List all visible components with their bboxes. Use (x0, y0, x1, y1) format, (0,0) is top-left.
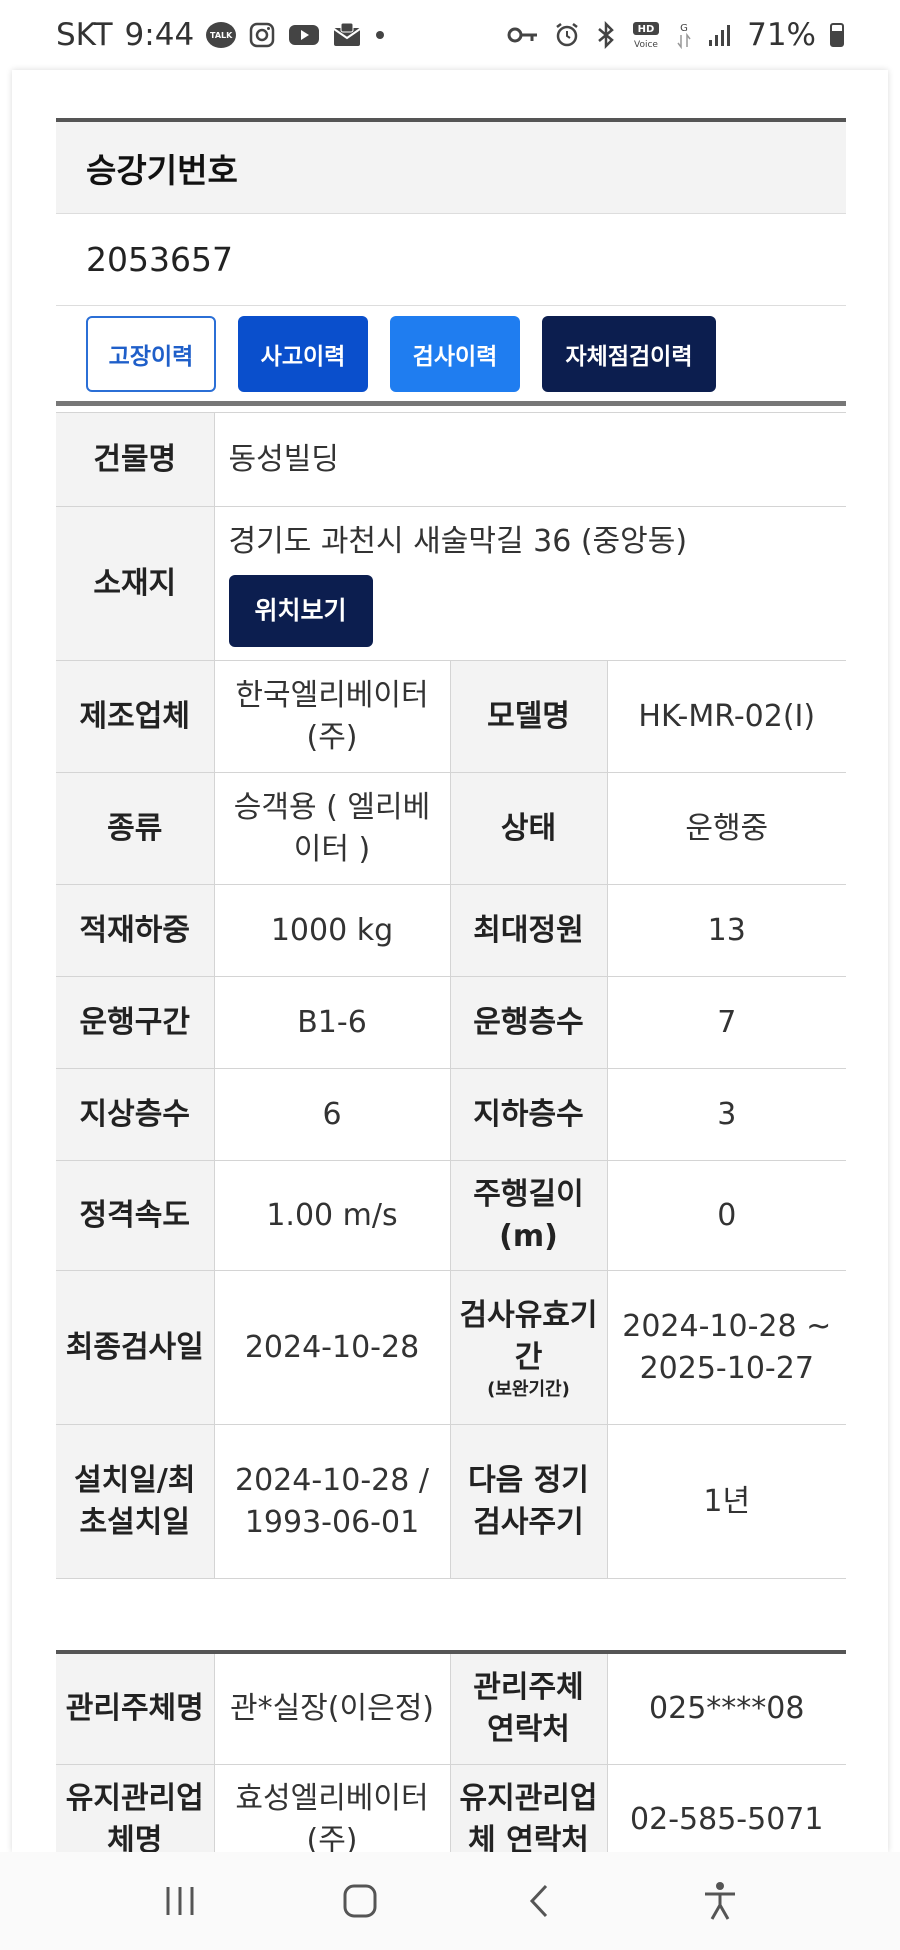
manager-contact-label: 관리주체 연락처 (449, 1651, 608, 1765)
table-row: 설치일/최초설치일 2024-10-28 / 1993-06-01 다음 정기 … (56, 1424, 847, 1579)
svg-text:HD: HD (638, 24, 655, 35)
speed-label: 정격속도 (56, 1160, 215, 1271)
table-row: 최종검사일 2024-10-28 검사유효기간 (보완기간) 2024-10-2… (56, 1270, 847, 1425)
building-value: 동성빌딩 (213, 412, 847, 507)
self-check-history-button[interactable]: 자체점검이력 (542, 315, 716, 392)
validity-label-cell: 검사유효기간 (보완기간) (449, 1270, 608, 1425)
dot-icon (374, 29, 386, 41)
key-icon (507, 25, 539, 45)
naver-mail-icon (332, 22, 362, 48)
last-inspection-label: 최종검사일 (56, 1270, 215, 1425)
cycle-label: 다음 정기 검사주기 (449, 1424, 608, 1579)
elevator-info-page: 승강기번호 2053657 고장이력 사고이력 검사이력 자체점검이력 건물명 … (12, 70, 888, 1852)
above-floors-label: 지상층수 (56, 1068, 215, 1161)
carrier: SKT (56, 17, 113, 53)
travel-value: 0 (606, 1160, 847, 1271)
status-right: HD Voice G 71% (507, 17, 844, 53)
manufacturer-value: 한국엘리베이터(주) (213, 660, 451, 773)
alarm-icon (553, 21, 581, 49)
view-location-button[interactable]: 위치보기 (228, 574, 373, 647)
failure-history-button[interactable]: 고장이력 (86, 315, 216, 392)
travel-label: 주행길이(m) (449, 1160, 608, 1271)
table-row: 적재하중 1000 kg 최대정원 13 (56, 884, 847, 977)
table-row: 관리주체명 관*실장(이은정) 관리주체 연락처 025****08 (56, 1651, 846, 1765)
location-value: 경기도 과천시 새술막길 36 (중앙동) (228, 523, 688, 559)
table-row: 운행구간 B1-6 운행층수 7 (56, 976, 847, 1069)
status-left: SKT 9:44 TALK (56, 17, 386, 53)
load-value: 1000 kg (213, 884, 451, 977)
table-row: 정격속도 1.00 m/s 주행길이(m) 0 (56, 1160, 847, 1271)
battery-percent: 71% (747, 17, 816, 53)
manufacturer-label: 제조업체 (56, 660, 215, 773)
maintenance-contact-label: 유지관리업체 연락처 (449, 1763, 608, 1852)
below-floors-value: 3 (606, 1068, 847, 1161)
status-label: 상태 (449, 772, 608, 885)
model-label: 모델명 (449, 660, 608, 773)
data-icon: G (675, 21, 693, 49)
last-inspection-value: 2024-10-28 (213, 1270, 451, 1425)
clock: 9:44 (124, 17, 195, 53)
section-label: 운행구간 (56, 976, 215, 1069)
manager-label: 관리주체명 (56, 1651, 215, 1765)
above-floors-value: 6 (213, 1068, 451, 1161)
table-row: 건물명 동성빌딩 (56, 412, 847, 507)
below-floors-label: 지하층수 (449, 1068, 608, 1161)
bluetooth-icon (595, 21, 617, 49)
svg-text:Voice: Voice (634, 40, 658, 49)
manager-value: 관*실장(이은정) (213, 1651, 451, 1765)
talk-icon: TALK (206, 22, 237, 48)
signal-icon (707, 22, 733, 48)
maintenance-contact-value: 02-585-5071 (606, 1763, 846, 1852)
load-label: 적재하중 (56, 884, 215, 977)
back-icon[interactable] (500, 1871, 580, 1931)
validity-value: 2024-10-28 ~ 2025-10-27 (606, 1270, 847, 1425)
accident-history-button[interactable]: 사고이력 (238, 315, 368, 392)
capacity-label: 최대정원 (449, 884, 608, 977)
hd-voice-icon: HD Voice (631, 21, 661, 49)
history-buttons: 고장이력 사고이력 검사이력 자체점검이력 (56, 306, 846, 406)
maintenance-label: 유지관리업체명 (56, 1763, 215, 1852)
floors-served-label: 운행층수 (449, 976, 608, 1069)
table-row: 지상층수 6 지하층수 3 (56, 1068, 847, 1161)
elevator-number: 2053657 (56, 214, 846, 306)
battery-icon (830, 23, 844, 47)
floors-served-value: 7 (606, 976, 847, 1069)
location-label: 소재지 (56, 506, 215, 661)
status-bar: SKT 9:44 TALK HD Voice G 71% (0, 0, 900, 70)
svg-text:G: G (680, 23, 688, 34)
building-label: 건물명 (56, 412, 215, 507)
manager-contact-value: 025****08 (606, 1651, 846, 1765)
validity-sub-label: (보완기간) (487, 1378, 570, 1400)
validity-label: 검사유효기간 (459, 1297, 598, 1375)
system-nav-bar (0, 1852, 900, 1950)
status-value: 운행중 (606, 772, 847, 885)
cycle-value: 1년 (606, 1424, 847, 1579)
section-value: B1-6 (213, 976, 451, 1069)
maintenance-value: 효성엘리베이터(주) (213, 1763, 451, 1852)
recent-apps-icon[interactable] (140, 1871, 220, 1931)
model-value: HK-MR-02(I) (606, 660, 847, 773)
capacity-value: 13 (606, 884, 847, 977)
type-label: 종류 (56, 772, 215, 885)
table-row: 제조업체 한국엘리베이터(주) 모델명 HK-MR-02(I) (56, 660, 847, 773)
speed-value: 1.00 m/s (213, 1160, 451, 1271)
management-table: 관리주체명 관*실장(이은정) 관리주체 연락처 025****08 유지관리업… (56, 1650, 846, 1852)
youtube-icon (288, 23, 320, 47)
home-icon[interactable] (320, 1871, 400, 1931)
accessibility-icon[interactable] (680, 1871, 760, 1931)
location-cell: 경기도 과천시 새술막길 36 (중앙동) 위치보기 (213, 506, 847, 661)
type-value: 승객용 ( 엘리베이터 ) (213, 772, 451, 885)
table-row: 소재지 경기도 과천시 새술막길 36 (중앙동) 위치보기 (56, 506, 847, 661)
install-value: 2024-10-28 / 1993-06-01 (213, 1424, 451, 1579)
install-label: 설치일/최초설치일 (56, 1424, 215, 1579)
table-row: 종류 승객용 ( 엘리베이터 ) 상태 운행중 (56, 772, 847, 885)
table-row: 유지관리업체명 효성엘리베이터(주) 유지관리업체 연락처 02-585-507… (56, 1763, 846, 1852)
inspection-history-button[interactable]: 검사이력 (390, 315, 520, 392)
instagram-icon (248, 21, 276, 49)
section-title: 승강기번호 (56, 118, 846, 214)
elevator-details-table: 건물명 동성빌딩 소재지 경기도 과천시 새술막길 36 (중앙동) 위치보기 … (56, 412, 847, 1579)
